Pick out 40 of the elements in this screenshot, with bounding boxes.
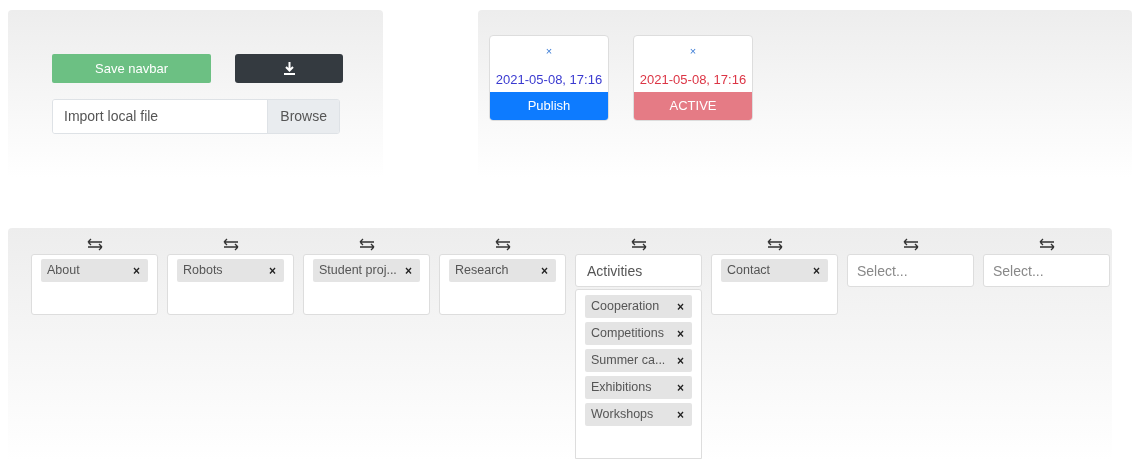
file-input[interactable]: Import local file Browse xyxy=(52,99,340,134)
tag-label: Workshops xyxy=(591,406,654,424)
select-field[interactable]: Select... xyxy=(983,254,1110,287)
tag-label: Summer ca... xyxy=(591,352,666,370)
status-button[interactable]: Publish xyxy=(490,92,608,120)
remove-button[interactable]: × xyxy=(677,351,684,370)
close-button[interactable]: × xyxy=(545,44,553,58)
swap-icon[interactable] xyxy=(902,238,919,251)
swap-icon[interactable] xyxy=(1038,238,1055,251)
close-button[interactable]: × xyxy=(689,44,697,58)
swap-icon[interactable] xyxy=(86,238,103,251)
group-title: Activities xyxy=(575,254,702,287)
swap-icon[interactable] xyxy=(494,238,511,251)
tag-label: Exhibitions xyxy=(591,379,652,397)
remove-button[interactable]: × xyxy=(677,405,684,424)
tag-label: Contact xyxy=(727,262,771,280)
swap-icon[interactable] xyxy=(358,238,375,251)
timestamp: 2021-05-08, 17:16 xyxy=(639,71,747,89)
tag-label: Robots xyxy=(183,262,223,280)
swap-icon[interactable] xyxy=(630,238,647,251)
tag-label: Competitions xyxy=(591,325,664,343)
browse-button[interactable]: Browse xyxy=(267,100,339,133)
download-button[interactable] xyxy=(235,54,343,83)
tag-label: Research xyxy=(455,262,509,280)
tag-label: About xyxy=(47,262,80,280)
select-field[interactable]: Select... xyxy=(847,254,974,287)
remove-button[interactable]: × xyxy=(269,261,276,280)
tag-label: Cooperation xyxy=(591,298,660,316)
remove-button[interactable]: × xyxy=(541,261,548,280)
remove-button[interactable]: × xyxy=(133,261,140,280)
timestamp: 2021-05-08, 17:16 xyxy=(495,71,603,89)
remove-button[interactable]: × xyxy=(677,378,684,397)
swap-icon[interactable] xyxy=(766,238,783,251)
remove-button[interactable]: × xyxy=(677,324,684,343)
download-icon xyxy=(283,62,295,75)
swap-icon[interactable] xyxy=(222,238,239,251)
tag-label: Student proj... xyxy=(319,262,397,280)
remove-button[interactable]: × xyxy=(405,261,412,280)
remove-button[interactable]: × xyxy=(813,261,820,280)
remove-button[interactable]: × xyxy=(677,297,684,316)
